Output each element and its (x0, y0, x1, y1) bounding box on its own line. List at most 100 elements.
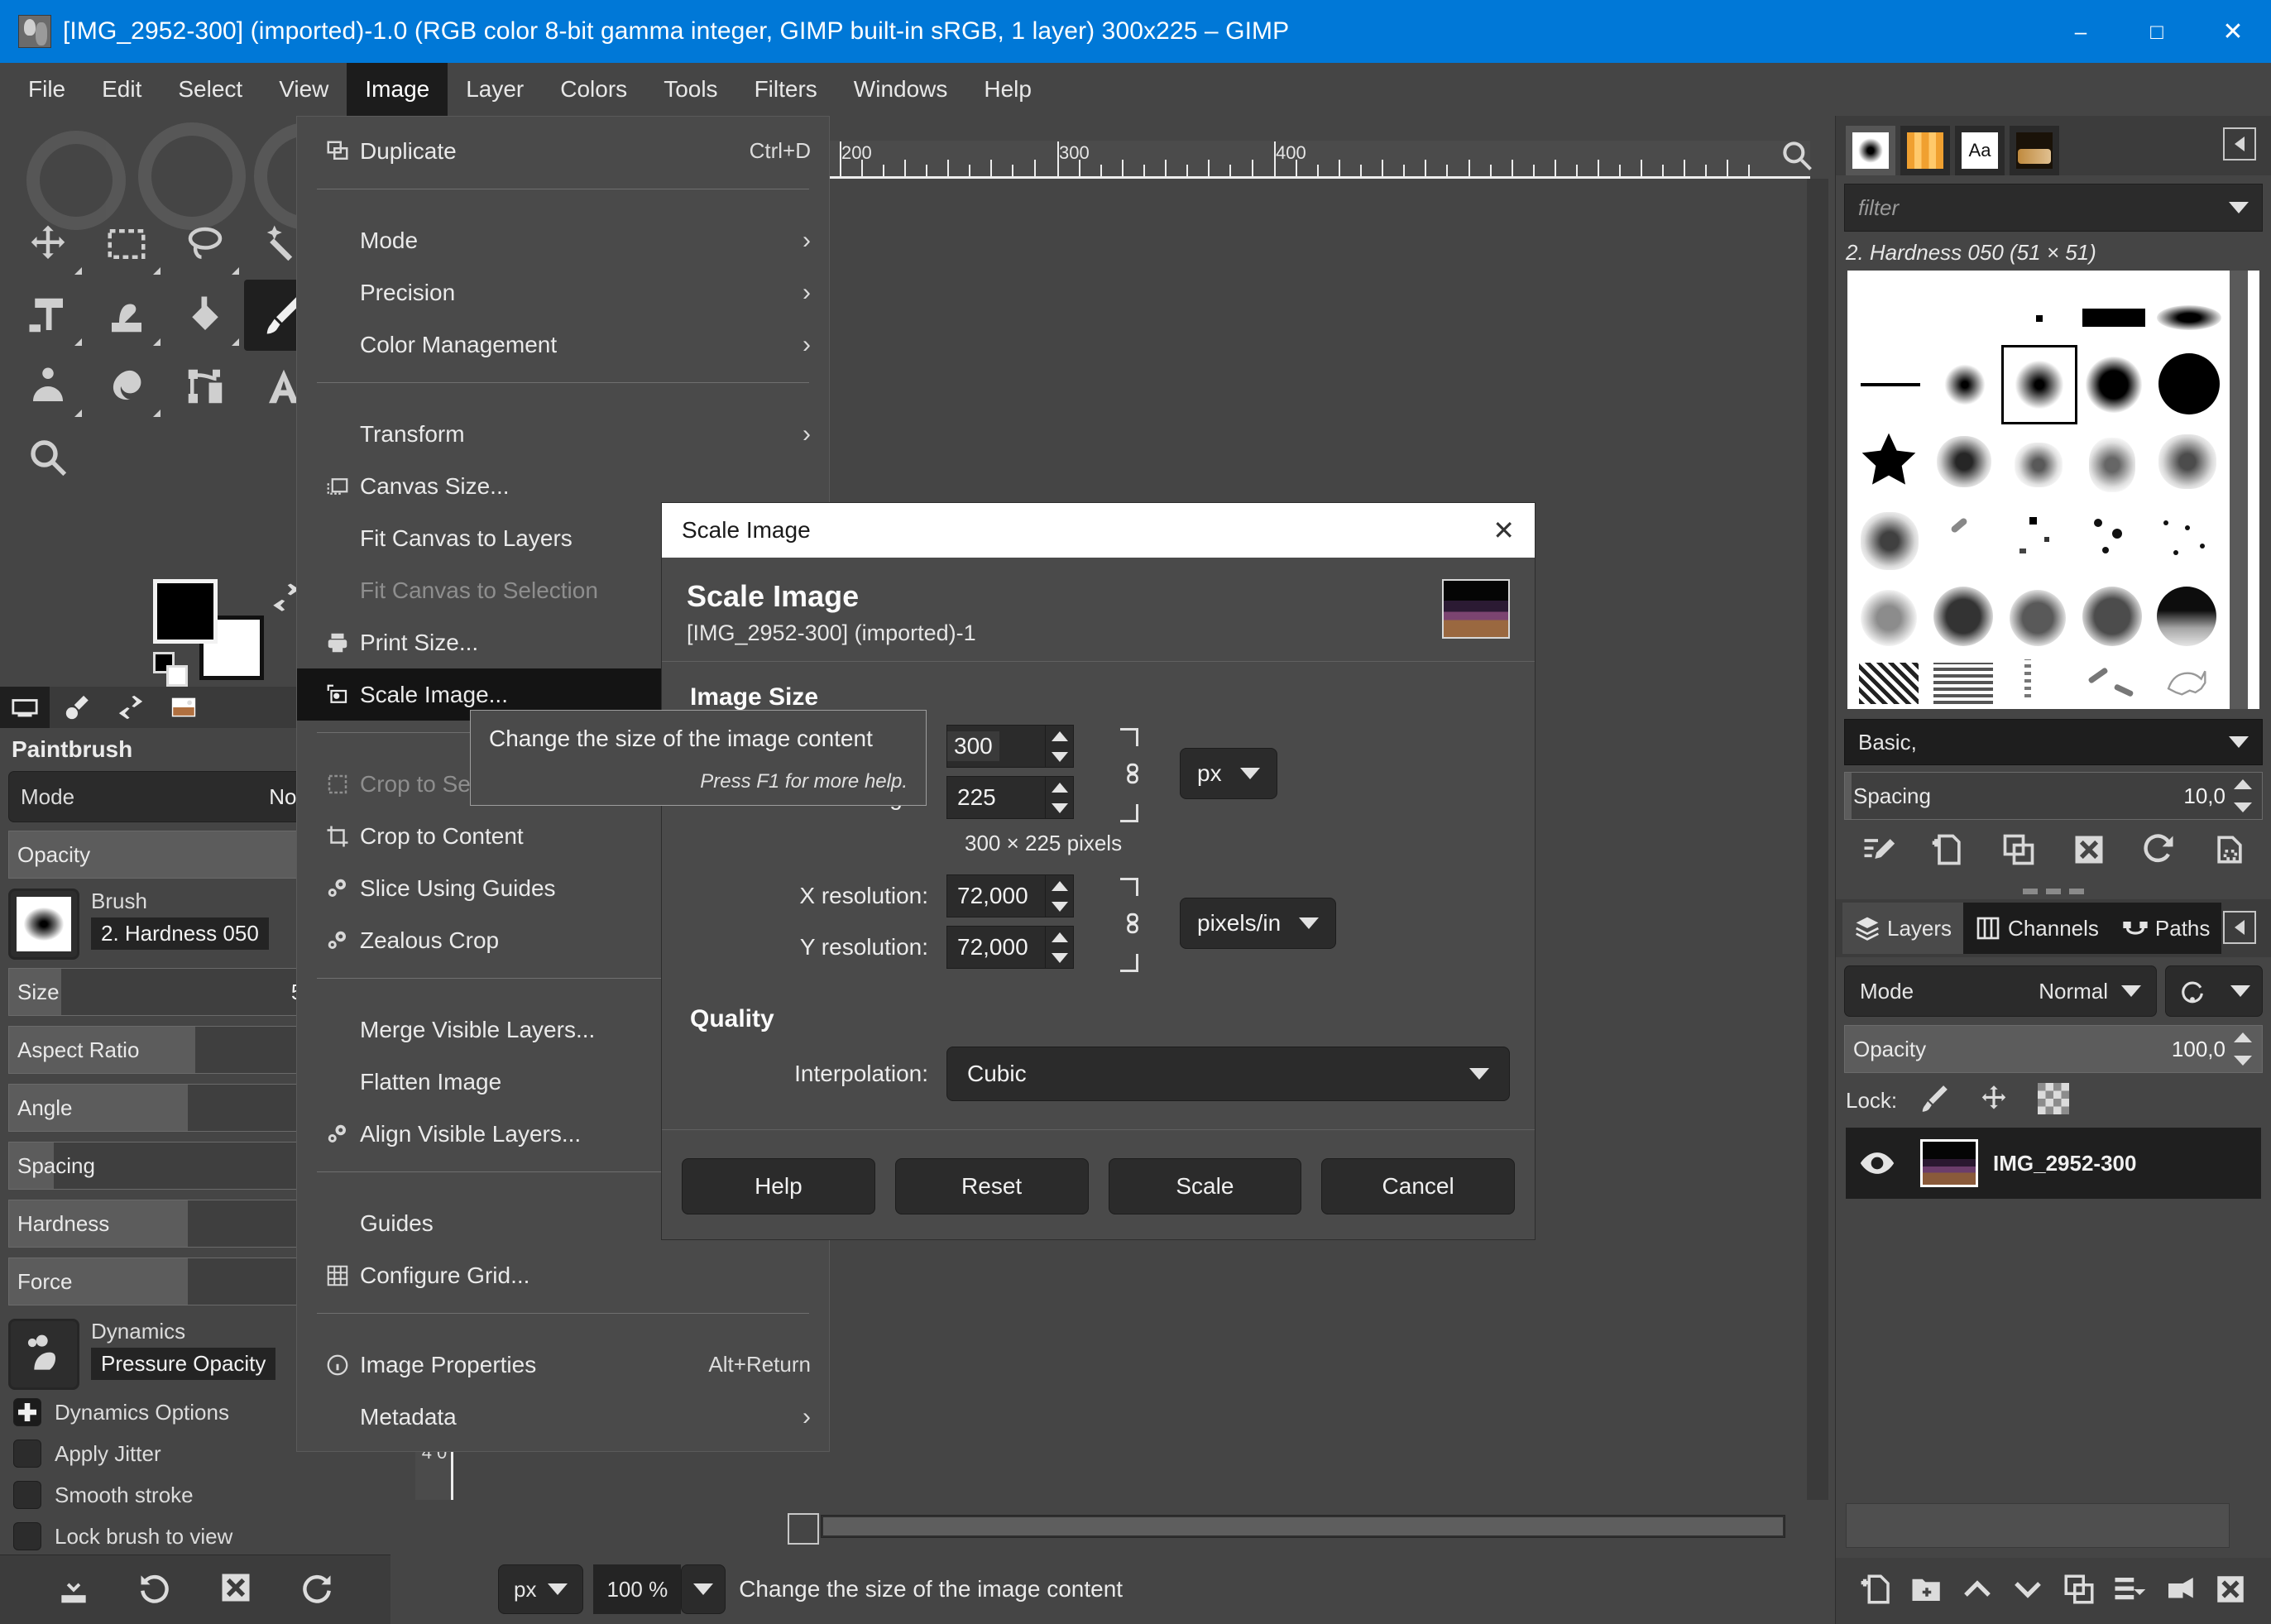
brush-thumbnail[interactable] (8, 889, 79, 960)
new-brush-icon[interactable] (1930, 831, 1967, 872)
brush-cell[interactable] (1856, 507, 1925, 577)
brush-cell[interactable] (2079, 431, 2149, 501)
layer-mode-combo[interactable]: Mode Normal (1844, 965, 2157, 1017)
menuitem-image-properties[interactable]: Image Properties Alt+Return (297, 1339, 829, 1391)
open-brush-as-image-icon[interactable] (2211, 831, 2248, 872)
menuitem-metadata[interactable]: Metadata › (297, 1391, 829, 1443)
layer-row[interactable]: IMG_2952-300 (1846, 1128, 2261, 1199)
menuitem-mode[interactable]: Mode › (297, 214, 829, 266)
layer-blend-space-button[interactable] (2165, 965, 2263, 1017)
menuitem-color-management[interactable]: Color Management › (297, 319, 829, 371)
menu-image[interactable]: Image (347, 63, 448, 116)
rect-select-tool[interactable] (87, 208, 165, 280)
brush-cell[interactable] (2005, 433, 2074, 502)
menu-colors[interactable]: Colors (542, 63, 645, 116)
brush-cell[interactable] (1930, 429, 2000, 499)
brush-cell[interactable] (2079, 350, 2149, 419)
dock-separator[interactable] (1836, 883, 2271, 899)
close-button[interactable]: ✕ (2195, 0, 2271, 63)
xres-input[interactable]: 72,000 (946, 874, 1046, 917)
tab-layers[interactable]: Layers (1842, 903, 1964, 954)
brush-cell[interactable] (1930, 350, 2000, 419)
new-layer-icon[interactable] (1859, 1572, 1894, 1611)
brush-filter-input[interactable]: filter (1844, 184, 2263, 232)
quickmask-toggle[interactable] (788, 1513, 819, 1545)
size-chain-toggle[interactable] (1104, 725, 1162, 826)
layer-visibility-icon[interactable] (1854, 1145, 1900, 1181)
brush-cell[interactable] (1856, 350, 1925, 419)
delete-tool-preset-icon[interactable] (218, 1569, 254, 1610)
size-unit-selector[interactable]: px (1180, 748, 1277, 799)
menu-file[interactable]: File (10, 63, 84, 116)
refresh-brushes-icon[interactable] (2141, 831, 2178, 872)
yres-stepper[interactable] (1046, 926, 1074, 969)
yres-input[interactable]: 72,000 (946, 926, 1046, 969)
menu-help[interactable]: Help (965, 63, 1050, 116)
foreground-color-swatch[interactable] (153, 579, 218, 644)
edit-brush-icon[interactable] (1860, 831, 1896, 872)
brush-cell[interactable] (2005, 585, 2074, 654)
lock-pixels-icon[interactable] (1919, 1083, 1978, 1119)
height-stepper[interactable] (1046, 776, 1074, 819)
brush-cell[interactable] (1856, 428, 1925, 497)
brush-cell[interactable] (2154, 348, 2223, 418)
menuitem-transform[interactable]: Transform › (297, 408, 829, 460)
move-tool[interactable] (8, 208, 87, 280)
menuitem-configure-grid[interactable]: Configure Grid... (297, 1249, 829, 1301)
zoom-control[interactable]: 100 % (593, 1564, 726, 1614)
interpolation-combo[interactable]: Cubic (946, 1047, 1510, 1101)
cancel-button[interactable]: Cancel (1321, 1158, 1515, 1214)
free-select-tool[interactable] (165, 208, 244, 280)
tab-channels[interactable]: Channels (1963, 903, 2110, 954)
raise-layer-icon[interactable] (1960, 1572, 1995, 1611)
duplicate-brush-icon[interactable] (2000, 831, 2037, 872)
zoom-tool[interactable] (8, 422, 87, 493)
delete-layer-icon[interactable] (2213, 1572, 2248, 1611)
tab-document-history[interactable] (2010, 126, 2059, 175)
resolution-chain-toggle[interactable] (1104, 874, 1162, 975)
dynamics-options-checkbox[interactable] (13, 1398, 41, 1426)
brush-cell[interactable] (2005, 656, 2074, 709)
brush-cell[interactable] (2154, 284, 2223, 353)
brush-cell[interactable] (2079, 583, 2149, 653)
close-icon[interactable]: ✕ (1492, 515, 1515, 546)
lock-brush-checkbox[interactable] (13, 1522, 41, 1550)
scale-button[interactable]: Scale (1108, 1158, 1302, 1214)
brush-spacing-stepper[interactable] (2232, 779, 2254, 812)
merge-down-icon[interactable] (2112, 1572, 2147, 1611)
tab-device-status[interactable] (53, 687, 103, 728)
tab-paths[interactable]: Paths (2110, 903, 2222, 954)
menuitem-duplicate[interactable]: Duplicate Ctrl+D (297, 125, 829, 177)
restore-tool-preset-icon[interactable] (137, 1569, 173, 1610)
tab-tool-options[interactable] (0, 687, 50, 728)
maximize-button[interactable]: □ (2119, 0, 2195, 63)
brush-tag-filter[interactable]: Basic, (1844, 719, 2263, 765)
tab-fonts[interactable]: Aa (1955, 126, 2005, 175)
new-layer-group-icon[interactable] (1909, 1572, 1944, 1611)
menu-layer[interactable]: Layer (448, 63, 542, 116)
lock-position-icon[interactable] (1978, 1083, 2038, 1119)
brush-cell[interactable] (2079, 507, 2149, 577)
layer-opacity-stepper[interactable] (2232, 1032, 2254, 1066)
brush-cell[interactable] (2154, 583, 2223, 653)
layers-dock-menu-button[interactable] (2223, 911, 2256, 944)
menu-windows[interactable]: Windows (836, 63, 966, 116)
reset-button[interactable]: Reset (894, 1158, 1089, 1214)
dock-menu-button[interactable] (2223, 127, 2256, 160)
transform-tool[interactable] (8, 280, 87, 351)
save-tool-preset-icon[interactable] (55, 1569, 92, 1610)
menu-edit[interactable]: Edit (84, 63, 160, 116)
menu-view[interactable]: View (261, 63, 347, 116)
lock-brush-row[interactable]: Lock brush to view (13, 1522, 382, 1550)
brush-cell[interactable] (1930, 583, 2000, 653)
vertical-scrollbar[interactable] (1807, 179, 1828, 1500)
horizontal-scrollbar[interactable] (821, 1515, 1785, 1538)
duplicate-layer-icon[interactable] (2062, 1572, 2096, 1611)
brush-grid-scrollbar[interactable] (2230, 271, 2248, 709)
height-input[interactable]: 225 (946, 776, 1046, 819)
width-input[interactable]: 300 (946, 725, 1046, 768)
minimize-button[interactable]: – (2043, 0, 2119, 63)
brush-cell[interactable] (1856, 659, 1925, 709)
eraser-tool[interactable] (87, 280, 165, 351)
smudge-tool[interactable] (87, 351, 165, 422)
